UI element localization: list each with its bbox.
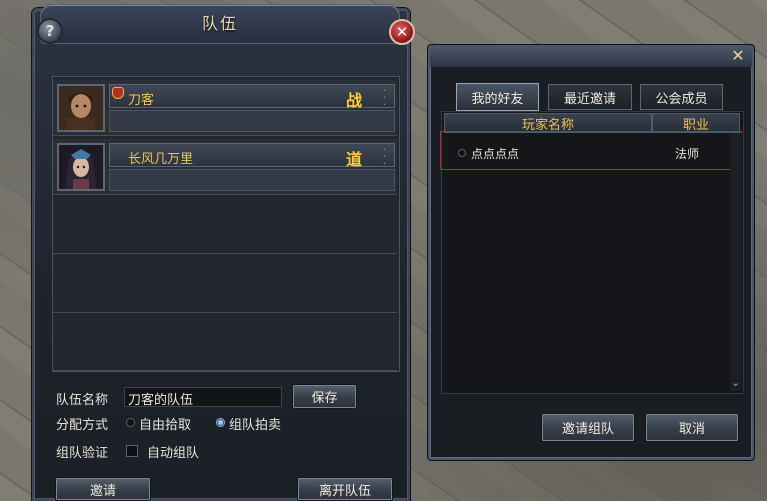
team-name-label: 队伍名称 [56,393,109,408]
help-icon[interactable]: ? [37,18,63,44]
invite-to-team-button[interactable]: 邀请组队 [541,413,635,442]
distribution-label: 分配方式 [56,418,109,433]
empty-member-slot [53,257,397,313]
member-portrait [57,143,105,191]
distribution-free-label[interactable]: 自由拾取 [139,414,191,433]
save-button[interactable]: 保存 [292,384,357,409]
friend-panel-titlebar [430,47,752,67]
table-row[interactable]: 点点点点 法师 [440,131,742,170]
drag-handle-icon: · · · [382,145,386,170]
tab-guild-members[interactable]: 公会成员 [640,84,723,110]
leave-team-button[interactable]: 离开队伍 [297,477,393,501]
member-namebar: 刀客 战 · · · [109,84,395,111]
team-panel-title: 队伍 [201,14,238,33]
member-class: 战 [345,91,362,110]
distribution-auction-label[interactable]: 组队拍卖 [229,414,281,433]
distribution-auction-radio[interactable] [216,418,225,427]
member-name: 长风几万里 [128,152,194,167]
team-name-input[interactable]: 刀客的队伍 [124,387,282,408]
column-header-player-name[interactable]: 玩家名称 [444,113,652,133]
empty-member-slot [53,315,397,371]
tab-my-friends[interactable]: 我的好友 [456,83,539,111]
close-icon[interactable]: ✕ [730,48,746,64]
member-row[interactable]: 长风几万里 道 · · · [53,139,397,195]
invite-button[interactable]: 邀请 [55,477,151,501]
tab-recent-invites[interactable]: 最近邀请 [548,84,632,110]
player-name-cell: 点点点点 [471,147,520,161]
column-header-job[interactable]: 职业 [652,113,740,133]
distribution-free-radio[interactable] [126,418,135,427]
list-scrollbar[interactable] [730,133,742,391]
member-row[interactable]: 刀客 战 · · · [53,80,397,136]
member-namebar: 长风几万里 道 · · · [109,143,395,170]
auto-team-label[interactable]: 自动组队 [147,442,199,461]
member-portrait [57,84,105,132]
member-class: 道 [345,150,362,169]
chevron-down-icon[interactable]: ⌄ [731,376,740,389]
player-job-cell: 法师 [675,147,700,161]
close-icon[interactable]: ✕ [389,19,415,45]
auto-team-checkbox[interactable] [126,445,138,457]
team-verify-label: 组队验证 [56,446,109,461]
empty-member-slot [53,198,397,254]
leader-badge-icon [112,87,124,99]
member-name: 刀客 [128,93,155,108]
member-info-bar [109,169,395,191]
drag-handle-icon: · · · [382,86,386,111]
cancel-button[interactable]: 取消 [645,413,739,442]
row-status-icon [458,149,466,157]
member-info-bar [109,110,395,132]
